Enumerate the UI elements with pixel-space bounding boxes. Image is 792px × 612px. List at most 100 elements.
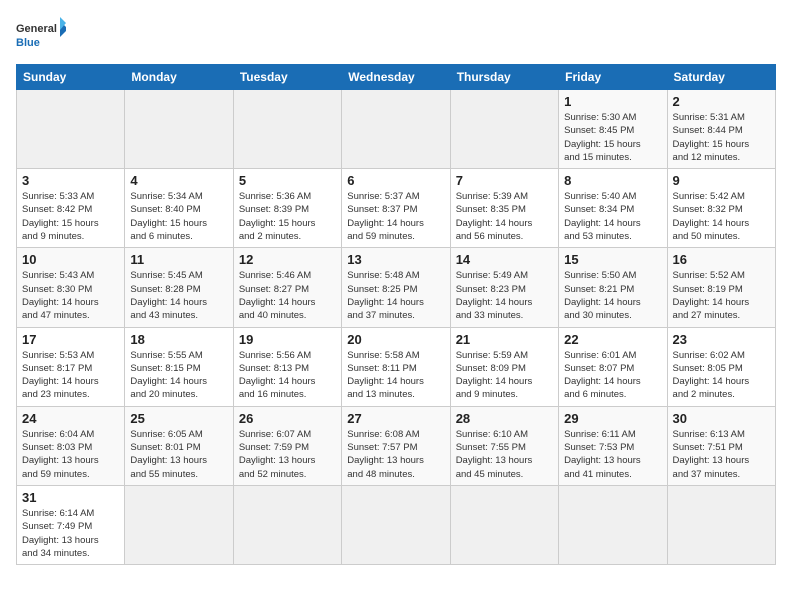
calendar-cell: 3 Sunrise: 5:33 AM Sunset: 8:42 PM Daylig… <box>17 169 125 248</box>
calendar-cell: 21 Sunrise: 5:59 AM Sunset: 8:09 PM Dayli… <box>450 327 558 406</box>
weekday-header: Friday <box>559 65 667 90</box>
svg-text:General: General <box>16 23 57 35</box>
calendar-cell: 12 Sunrise: 5:46 AM Sunset: 8:27 PM Dayli… <box>233 248 341 327</box>
calendar-cell <box>342 90 450 169</box>
day-info: Sunrise: 6:02 AM Sunset: 8:05 PM Dayligh… <box>673 349 770 402</box>
calendar-cell <box>125 90 233 169</box>
calendar-cell: 18 Sunrise: 5:55 AM Sunset: 8:15 PM Dayli… <box>125 327 233 406</box>
day-number: 5 <box>239 173 336 188</box>
calendar-cell <box>667 485 775 564</box>
day-info: Sunrise: 5:58 AM Sunset: 8:11 PM Dayligh… <box>347 349 444 402</box>
day-number: 31 <box>22 490 119 505</box>
weekday-header: Sunday <box>17 65 125 90</box>
day-number: 2 <box>673 94 770 109</box>
calendar-cell <box>125 485 233 564</box>
day-info: Sunrise: 5:48 AM Sunset: 8:25 PM Dayligh… <box>347 269 444 322</box>
day-number: 10 <box>22 252 119 267</box>
day-number: 8 <box>564 173 661 188</box>
day-info: Sunrise: 5:36 AM Sunset: 8:39 PM Dayligh… <box>239 190 336 243</box>
calendar-cell: 11 Sunrise: 5:45 AM Sunset: 8:28 PM Dayli… <box>125 248 233 327</box>
calendar-cell: 23 Sunrise: 6:02 AM Sunset: 8:05 PM Dayli… <box>667 327 775 406</box>
calendar-cell: 30 Sunrise: 6:13 AM Sunset: 7:51 PM Dayli… <box>667 406 775 485</box>
calendar-cell: 22 Sunrise: 6:01 AM Sunset: 8:07 PM Dayli… <box>559 327 667 406</box>
day-number: 7 <box>456 173 553 188</box>
logo: General Blue <box>16 16 66 56</box>
weekday-header: Saturday <box>667 65 775 90</box>
calendar-cell: 8 Sunrise: 5:40 AM Sunset: 8:34 PM Daylig… <box>559 169 667 248</box>
day-number: 14 <box>456 252 553 267</box>
day-info: Sunrise: 6:01 AM Sunset: 8:07 PM Dayligh… <box>564 349 661 402</box>
day-info: Sunrise: 5:33 AM Sunset: 8:42 PM Dayligh… <box>22 190 119 243</box>
calendar-cell: 2Sunrise: 5:31 AM Sunset: 8:44 PM Daylig… <box>667 90 775 169</box>
day-number: 12 <box>239 252 336 267</box>
calendar-cell: 16Sunrise: 5:52 AM Sunset: 8:19 PM Dayli… <box>667 248 775 327</box>
day-info: Sunrise: 5:46 AM Sunset: 8:27 PM Dayligh… <box>239 269 336 322</box>
day-number: 18 <box>130 332 227 347</box>
weekday-header: Thursday <box>450 65 558 90</box>
day-info: Sunrise: 5:40 AM Sunset: 8:34 PM Dayligh… <box>564 190 661 243</box>
day-number: 26 <box>239 411 336 426</box>
calendar-cell: 5 Sunrise: 5:36 AM Sunset: 8:39 PM Daylig… <box>233 169 341 248</box>
day-info: Sunrise: 5:39 AM Sunset: 8:35 PM Dayligh… <box>456 190 553 243</box>
day-number: 19 <box>239 332 336 347</box>
calendar-cell <box>450 485 558 564</box>
day-number: 13 <box>347 252 444 267</box>
calendar-cell: 24 Sunrise: 6:04 AM Sunset: 8:03 PM Dayli… <box>17 406 125 485</box>
calendar-cell <box>559 485 667 564</box>
day-number: 6 <box>347 173 444 188</box>
day-info: Sunrise: 5:53 AM Sunset: 8:17 PM Dayligh… <box>22 349 119 402</box>
day-number: 9 <box>673 173 770 188</box>
day-number: 20 <box>347 332 444 347</box>
day-number: 30 <box>673 411 770 426</box>
day-info: Sunrise: 6:05 AM Sunset: 8:01 PM Dayligh… <box>130 428 227 481</box>
day-info: Sunrise: 5:37 AM Sunset: 8:37 PM Dayligh… <box>347 190 444 243</box>
calendar-cell <box>450 90 558 169</box>
calendar-cell: 1 Sunrise: 5:30 AM Sunset: 8:45 PM Daylig… <box>559 90 667 169</box>
calendar-cell: 26 Sunrise: 6:07 AM Sunset: 7:59 PM Dayli… <box>233 406 341 485</box>
calendar-cell: 17 Sunrise: 5:53 AM Sunset: 8:17 PM Dayli… <box>17 327 125 406</box>
day-info: Sunrise: 5:59 AM Sunset: 8:09 PM Dayligh… <box>456 349 553 402</box>
day-info: Sunrise: 6:11 AM Sunset: 7:53 PM Dayligh… <box>564 428 661 481</box>
day-info: Sunrise: 5:30 AM Sunset: 8:45 PM Dayligh… <box>564 111 661 164</box>
calendar-cell: 27 Sunrise: 6:08 AM Sunset: 7:57 PM Dayli… <box>342 406 450 485</box>
calendar-cell: 31 Sunrise: 6:14 AM Sunset: 7:49 PM Dayli… <box>17 485 125 564</box>
calendar-cell <box>233 90 341 169</box>
day-number: 29 <box>564 411 661 426</box>
day-number: 25 <box>130 411 227 426</box>
calendar-cell: 14Sunrise: 5:49 AM Sunset: 8:23 PM Dayli… <box>450 248 558 327</box>
calendar-cell: 10 Sunrise: 5:43 AM Sunset: 8:30 PM Dayli… <box>17 248 125 327</box>
day-number: 21 <box>456 332 553 347</box>
day-info: Sunrise: 5:43 AM Sunset: 8:30 PM Dayligh… <box>22 269 119 322</box>
calendar-cell: 15Sunrise: 5:50 AM Sunset: 8:21 PM Dayli… <box>559 248 667 327</box>
day-info: Sunrise: 6:04 AM Sunset: 8:03 PM Dayligh… <box>22 428 119 481</box>
logo-svg: General Blue <box>16 16 66 56</box>
day-info: Sunrise: 6:08 AM Sunset: 7:57 PM Dayligh… <box>347 428 444 481</box>
day-info: Sunrise: 5:45 AM Sunset: 8:28 PM Dayligh… <box>130 269 227 322</box>
calendar-cell <box>233 485 341 564</box>
day-number: 27 <box>347 411 444 426</box>
day-number: 16 <box>673 252 770 267</box>
day-info: Sunrise: 6:14 AM Sunset: 7:49 PM Dayligh… <box>22 507 119 560</box>
day-info: Sunrise: 5:50 AM Sunset: 8:21 PM Dayligh… <box>564 269 661 322</box>
day-number: 1 <box>564 94 661 109</box>
day-number: 22 <box>564 332 661 347</box>
calendar-cell: 13 Sunrise: 5:48 AM Sunset: 8:25 PM Dayli… <box>342 248 450 327</box>
day-info: Sunrise: 5:34 AM Sunset: 8:40 PM Dayligh… <box>130 190 227 243</box>
day-info: Sunrise: 6:07 AM Sunset: 7:59 PM Dayligh… <box>239 428 336 481</box>
day-number: 23 <box>673 332 770 347</box>
day-number: 28 <box>456 411 553 426</box>
weekday-header: Wednesday <box>342 65 450 90</box>
day-number: 3 <box>22 173 119 188</box>
calendar-cell: 9Sunrise: 5:42 AM Sunset: 8:32 PM Daylig… <box>667 169 775 248</box>
day-info: Sunrise: 6:13 AM Sunset: 7:51 PM Dayligh… <box>673 428 770 481</box>
day-number: 4 <box>130 173 227 188</box>
day-number: 11 <box>130 252 227 267</box>
calendar-cell: 4 Sunrise: 5:34 AM Sunset: 8:40 PM Daylig… <box>125 169 233 248</box>
weekday-header: Tuesday <box>233 65 341 90</box>
day-info: Sunrise: 5:56 AM Sunset: 8:13 PM Dayligh… <box>239 349 336 402</box>
day-number: 17 <box>22 332 119 347</box>
day-info: Sunrise: 5:55 AM Sunset: 8:15 PM Dayligh… <box>130 349 227 402</box>
calendar-cell: 29 Sunrise: 6:11 AM Sunset: 7:53 PM Dayli… <box>559 406 667 485</box>
day-number: 24 <box>22 411 119 426</box>
calendar-cell: 28Sunrise: 6:10 AM Sunset: 7:55 PM Dayli… <box>450 406 558 485</box>
